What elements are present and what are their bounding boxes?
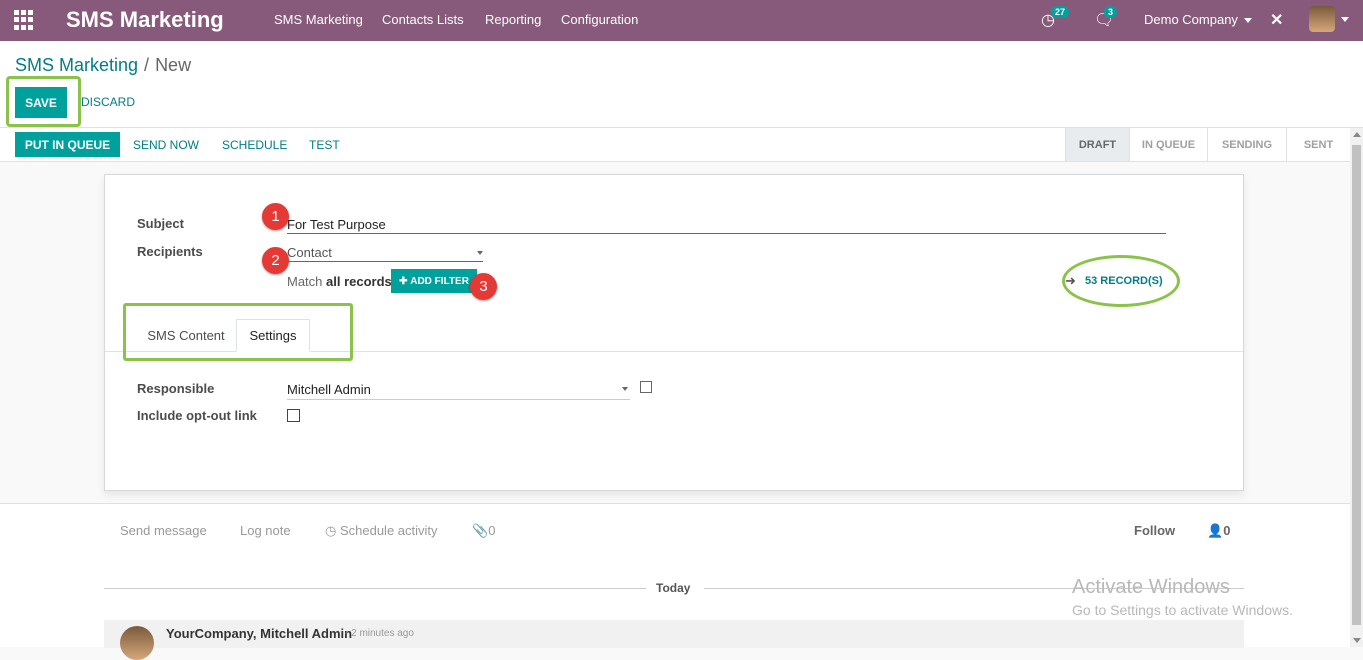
chevron-down-icon [1243, 18, 1252, 24]
scroll-down-icon[interactable] [1353, 638, 1361, 643]
company-name: Demo Company [1144, 12, 1238, 27]
message-author[interactable]: YourCompany, Mitchell Admin [166, 626, 352, 641]
activity-button[interactable]: ◷ 27 [1041, 6, 1070, 30]
recipients-underline [287, 261, 483, 262]
send-now-button[interactable]: SEND NOW [133, 138, 199, 152]
follow-button[interactable]: Follow [1134, 523, 1175, 538]
form-sheet: Subject 1 For Test Purpose Recipients 2 … [104, 174, 1244, 491]
menu-contacts-lists[interactable]: Contacts Lists [382, 12, 464, 27]
responsible-label: Responsible [137, 381, 215, 396]
messages-badge: 3 [1104, 6, 1118, 18]
company-switcher[interactable]: Demo Company [1144, 12, 1252, 27]
put-in-queue-button[interactable]: PUT IN QUEUE [15, 132, 120, 157]
menu-reporting[interactable]: Reporting [485, 12, 541, 27]
annotation-marker-1: 1 [262, 203, 289, 230]
stage-in-queue[interactable]: IN QUEUE [1129, 128, 1207, 161]
test-button[interactable]: TEST [309, 138, 340, 152]
chevron-down-icon[interactable] [622, 387, 628, 391]
scroll-up-icon[interactable] [1353, 132, 1361, 137]
top-navbar: SMS Marketing SMS Marketing Contacts Lis… [0, 0, 1363, 41]
vertical-scrollbar[interactable] [1350, 128, 1363, 647]
messages-button[interactable]: 🗨 3 [1094, 6, 1118, 30]
divider-left [104, 588, 646, 589]
scrollbar-thumb[interactable] [1352, 145, 1361, 625]
windows-watermark-title: Activate Windows [1072, 576, 1230, 598]
chatter-message: YourCompany, Mitchell Admin - 2 minutes … [104, 620, 1244, 660]
author-avatar[interactable] [120, 626, 154, 660]
annotation-marker-2: 2 [262, 247, 289, 274]
breadcrumb-parent[interactable]: SMS Marketing [15, 55, 138, 75]
responsible-underline [287, 399, 630, 400]
discard-button[interactable]: DISCARD [81, 95, 135, 109]
breadcrumb-current: New [155, 55, 192, 75]
responsible-select[interactable]: Mitchell Admin [287, 382, 371, 397]
stage-sending[interactable]: SENDING [1207, 128, 1286, 161]
menu-configuration[interactable]: Configuration [561, 12, 638, 27]
tabs-highlight [123, 303, 353, 361]
chevron-down-icon[interactable] [477, 251, 483, 255]
schedule-button[interactable]: SCHEDULE [222, 138, 287, 152]
form-statusbar: PUT IN QUEUE SEND NOW SCHEDULE TEST DRAF… [0, 128, 1350, 162]
clock-icon: ◷ [325, 523, 337, 538]
schedule-activity-button[interactable]: ◷ Schedule activity [325, 523, 438, 539]
stage-draft[interactable]: DRAFT [1065, 128, 1129, 161]
user-icon: 👤 [1207, 523, 1224, 538]
windows-watermark-subtitle: Go to Settings to activate Windows. [1072, 602, 1293, 618]
breadcrumb-separator: / [144, 55, 150, 75]
chatter: Send message Log note ◷ Schedule activit… [0, 503, 1350, 660]
optout-checkbox[interactable] [287, 409, 300, 422]
schedule-activity-label: Schedule activity [339, 523, 438, 538]
external-link-icon[interactable] [640, 381, 652, 393]
app-brand[interactable]: SMS Marketing [66, 7, 224, 33]
menu-sms-marketing[interactable]: SMS Marketing [274, 12, 363, 27]
apps-menu-icon[interactable] [14, 10, 34, 30]
subject-input[interactable]: For Test Purpose [287, 217, 386, 232]
plus-icon: ✚ [399, 275, 411, 287]
paperclip-icon: 📎 [472, 523, 489, 538]
breadcrumb: SMS Marketing / New [15, 55, 191, 76]
debug-tools-icon[interactable]: ✕ [1270, 10, 1283, 30]
recipients-label: Recipients [137, 244, 203, 259]
match-text: Match all records [287, 274, 392, 289]
stage-sent[interactable]: SENT [1286, 128, 1350, 161]
user-avatar[interactable] [1309, 6, 1335, 32]
log-note-button[interactable]: Log note [240, 523, 291, 538]
arrow-right-icon: ➜ [1065, 273, 1076, 288]
attachments-button[interactable]: 📎0 [472, 523, 495, 539]
chevron-down-icon[interactable] [1341, 17, 1349, 22]
message-timestamp: - 2 minutes ago [345, 628, 414, 639]
attachments-count: 0 [488, 523, 496, 538]
control-panel: SMS Marketing / New SAVE DISCARD [0, 41, 1363, 128]
add-filter-button[interactable]: ✚ ADD FILTER [391, 269, 477, 293]
annotation-marker-3: 3 [470, 273, 497, 300]
send-message-button[interactable]: Send message [120, 523, 207, 538]
followers-count: 0 [1223, 523, 1231, 538]
match-prefix: Match [287, 274, 323, 289]
recipients-select[interactable]: Contact [287, 245, 332, 260]
match-scope: all records [326, 274, 392, 289]
followers-button[interactable]: 👤0 [1207, 523, 1230, 539]
subject-underline [287, 233, 1166, 234]
add-filter-label: ADD FILTER [410, 275, 469, 287]
stage-pipeline: DRAFT IN QUEUE SENDING SENT [1065, 128, 1350, 161]
subject-label: Subject [137, 216, 184, 231]
activity-badge: 27 [1051, 6, 1070, 18]
today-separator: Today [656, 581, 691, 595]
save-button[interactable]: SAVE [15, 87, 67, 118]
records-count-link[interactable]: 53 RECORD(S) [1085, 275, 1163, 287]
optout-label: Include opt-out link [137, 408, 257, 423]
